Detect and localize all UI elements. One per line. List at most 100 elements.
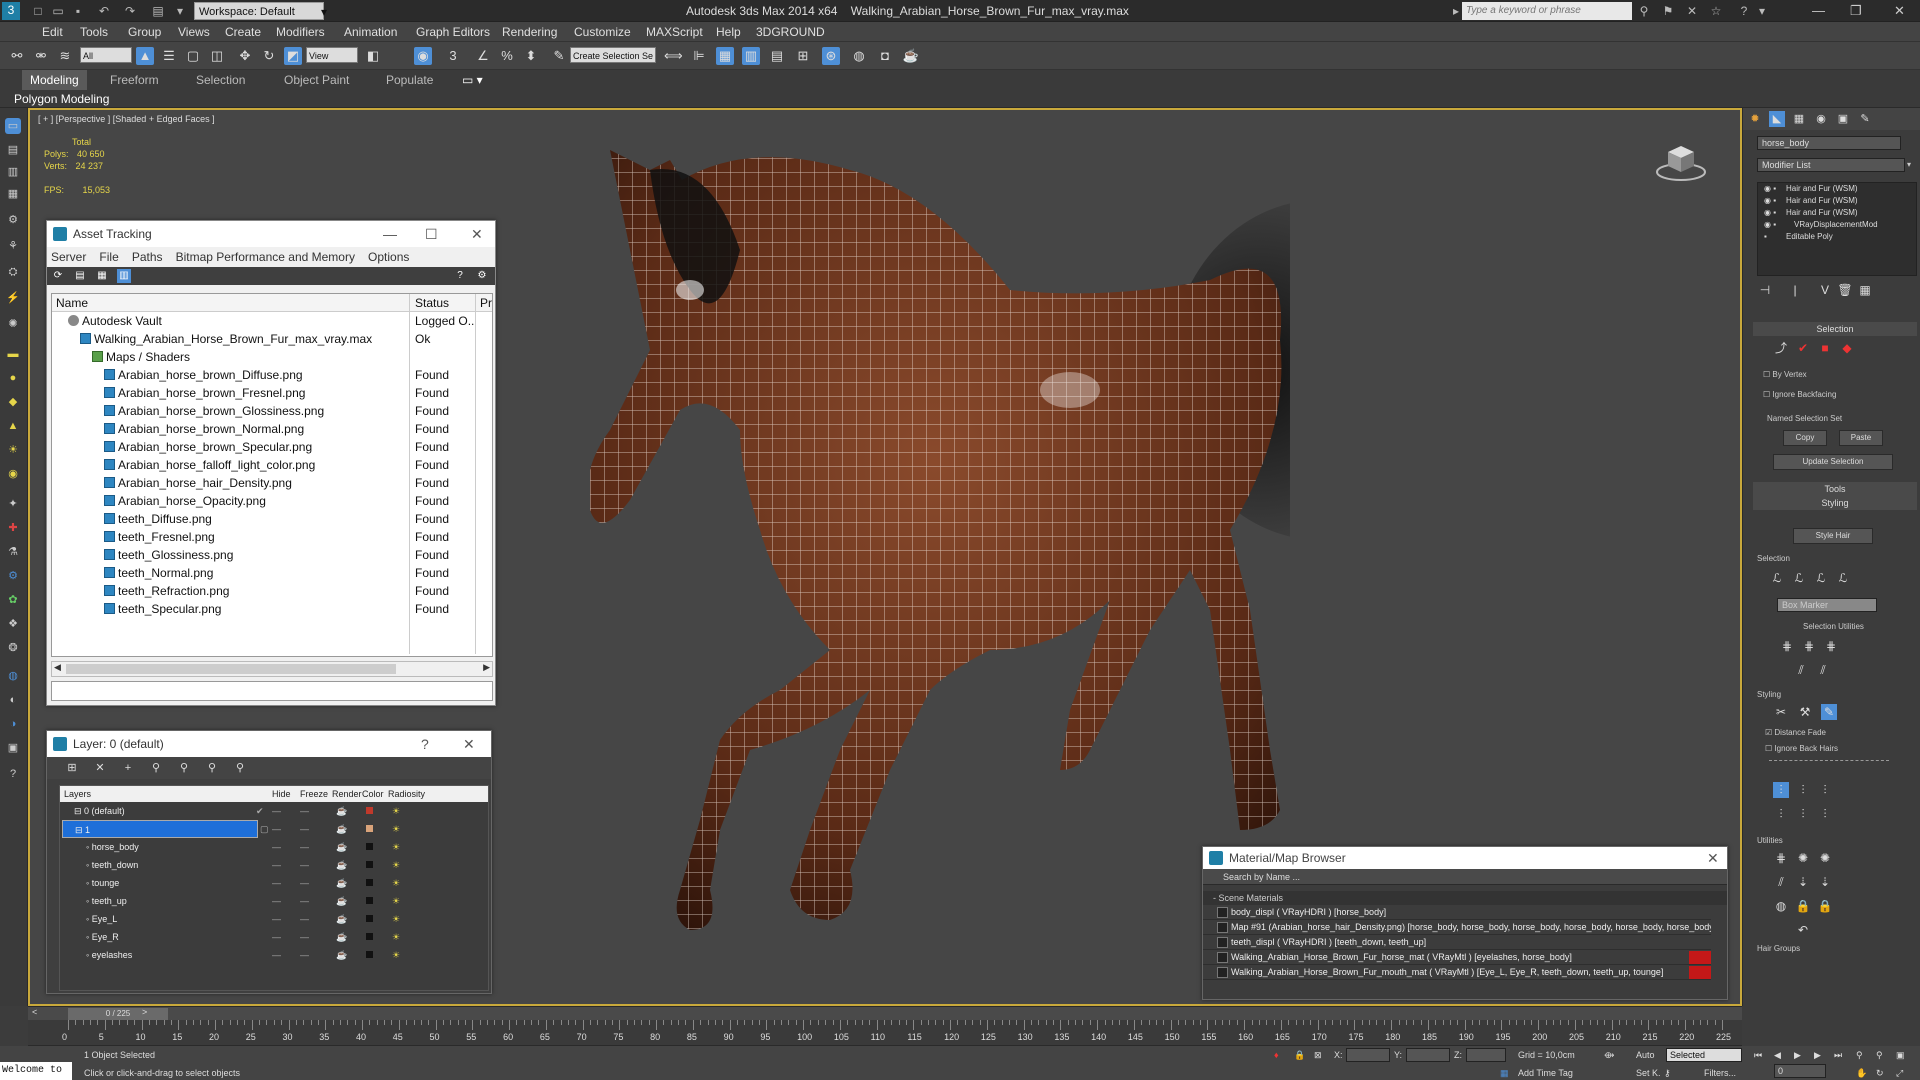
asset-details-icon[interactable]: ▦	[95, 269, 109, 283]
layer-row[interactable]: ◦ horse_body — — ☕ ☀	[60, 838, 488, 856]
utility-icon-1[interactable]: ⋕	[1773, 850, 1789, 866]
table-row[interactable]: Autodesk Vault Logged O...	[52, 312, 492, 330]
modifier-toggle-icon[interactable]: ◉ ▪	[1764, 183, 1776, 195]
material-browser-close[interactable]: ✕	[1707, 847, 1719, 869]
tool-icon-7[interactable]: ⛭	[5, 264, 21, 280]
sel-util-icon-1[interactable]: ⋕	[1779, 638, 1795, 654]
asset-horizontal-scrollbar[interactable]: ◀ ▶	[51, 661, 493, 677]
scroll-thumb[interactable]	[66, 664, 396, 674]
tool-icon-12[interactable]: ◆	[5, 394, 21, 410]
render-toggle-icon[interactable]: ☕	[336, 946, 347, 964]
utility-icon-6[interactable]: ⇣	[1817, 874, 1833, 890]
open-file-icon[interactable]: ▭	[50, 3, 66, 19]
layer-row[interactable]: ⊟ 0 (default) — — ☕ ☀ ✔	[60, 802, 488, 820]
make-unique-icon[interactable]: V	[1817, 282, 1833, 298]
layer-highlight-icon[interactable]: ⚲	[177, 761, 191, 775]
search-input[interactable]: Type a keyword or phrase	[1462, 2, 1632, 20]
add-time-tag[interactable]: Add Time Tag	[1518, 1068, 1573, 1078]
asset-list-icon[interactable]: ▤	[73, 269, 87, 283]
hide-toggle-icon[interactable]: —	[272, 820, 281, 838]
header-status[interactable]: Status	[412, 294, 476, 311]
layer-row[interactable]: ◦ teeth_down — — ☕ ☀	[60, 856, 488, 874]
z-coord-field[interactable]	[1466, 1048, 1506, 1062]
tool-icon-5[interactable]: ⚙	[5, 212, 21, 228]
render-toggle-icon[interactable]: ☕	[336, 820, 347, 838]
active-layer-icon[interactable]: ▢	[260, 820, 269, 838]
window-crossing-icon[interactable]: ◫	[208, 47, 226, 65]
curve-editor-icon[interactable]: ⊞	[794, 47, 812, 65]
header-radiosity[interactable]: Radiosity	[388, 786, 425, 802]
layer-row[interactable]: ⊟ 1 — — ☕ ☀ ▢	[60, 820, 488, 838]
edit-named-sel-icon[interactable]: ✎	[550, 47, 568, 65]
render-toggle-icon[interactable]: ☕	[336, 874, 347, 892]
modifier-toggle-icon[interactable]: ▪	[1764, 231, 1767, 243]
menu-create[interactable]: Create	[225, 25, 261, 39]
menu-maxscript[interactable]: MAXScript	[646, 25, 703, 39]
table-row[interactable]	[52, 618, 492, 636]
asset-menu-server[interactable]: Server	[51, 250, 86, 264]
layer-new-icon[interactable]: ⊞	[65, 761, 79, 775]
element-select-icon[interactable]: ◆	[1839, 340, 1855, 356]
layer-color-swatch[interactable]	[366, 951, 373, 958]
mirror-icon[interactable]: ⟺	[664, 47, 683, 65]
table-row[interactable]: teeth_Normal.png Found	[52, 564, 492, 582]
project-folder-icon[interactable]: ▤	[150, 3, 166, 19]
layer-row[interactable]: ◦ Eye_L — — ☕ ☀	[60, 910, 488, 928]
align-icon[interactable]: ⊫	[690, 47, 708, 65]
modifier-toggle-icon[interactable]: ◉ ▪	[1764, 195, 1776, 207]
schematic-view-icon[interactable]: ⊛	[822, 47, 840, 65]
rotate-icon[interactable]: ↻	[260, 47, 278, 65]
material-row[interactable]: Walking_Arabian_Horse_Brown_Fur_mouth_ma…	[1203, 965, 1711, 980]
current-frame-field[interactable]: 0	[1774, 1064, 1826, 1078]
utility-icon-4[interactable]: ⫽	[1773, 874, 1789, 890]
track-bar[interactable]: 0 5 10 15 20 25 30 35 40 45 50 55 60 65 70 75 80 85 90 95 10…	[28, 1020, 1742, 1046]
layer-row[interactable]: ◦ eyelashes — — ☕ ☀	[60, 946, 488, 964]
utility-icon-5[interactable]: ⇣	[1795, 874, 1811, 890]
utility-icon-7[interactable]: ◍	[1773, 898, 1789, 914]
layout-icon-3[interactable]: ▥	[5, 164, 21, 180]
asset-menu-paths[interactable]: Paths	[132, 250, 163, 264]
header-layers[interactable]: Layers	[64, 786, 91, 802]
time-next-icon[interactable]: >	[142, 1007, 147, 1017]
asset-menu-options[interactable]: Options	[368, 250, 409, 264]
menu-rendering[interactable]: Rendering	[502, 25, 557, 39]
close-button[interactable]: ✕	[1894, 3, 1905, 19]
freeze-toggle-icon[interactable]: —	[300, 946, 309, 964]
next-frame-icon[interactable]: ▶	[1814, 1050, 1821, 1061]
tab-selection[interactable]: Selection	[188, 70, 253, 90]
pivot-center-icon[interactable]: ◧	[364, 47, 382, 65]
active-layer-icon[interactable]: ✔	[256, 802, 264, 820]
angle-snap-icon[interactable]: ∠	[474, 47, 492, 65]
time-tag-icon[interactable]: ▦	[1500, 1068, 1509, 1079]
utilities-tab-icon[interactable]: ✎	[1857, 111, 1873, 127]
hide-toggle-icon[interactable]: —	[272, 856, 281, 874]
table-row[interactable]: Maps / Shaders	[52, 348, 492, 366]
layer-explorer-icon[interactable]: ▥	[742, 47, 760, 65]
tool-icon-15[interactable]: ◉	[5, 466, 21, 482]
configure-modifier-icon[interactable]: ▦	[1857, 282, 1873, 298]
utility-icon-2[interactable]: ✺	[1795, 850, 1811, 866]
hair-brush-icon[interactable]: ⚒	[1797, 704, 1813, 720]
redo-icon[interactable]: ↷	[122, 3, 138, 19]
table-row[interactable]: Arabian_horse_brown_Diffuse.png Found	[52, 366, 492, 384]
radiosity-icon[interactable]: ☀	[392, 910, 400, 928]
copy-button[interactable]: Copy	[1783, 430, 1827, 446]
subscription-icon[interactable]: ⚑	[1660, 3, 1676, 19]
layer-node-icon[interactable]: ⊟	[75, 825, 85, 835]
render-toggle-icon[interactable]: ☕	[336, 802, 347, 820]
layer-freeze-icon[interactable]: ⚲	[233, 761, 247, 775]
tab-freeform[interactable]: Freeform	[102, 70, 167, 90]
object-name-field[interactable]: horse_body	[1757, 136, 1901, 150]
key-mode-dropdown[interactable]: Selected	[1666, 1048, 1742, 1062]
hair-translate-icon[interactable]: ✎	[1821, 704, 1837, 720]
binoculars-icon[interactable]: ⚲	[1636, 3, 1652, 19]
render-setup-icon[interactable]: ◘	[876, 47, 894, 65]
reference-coord-dropdown[interactable]: View	[306, 47, 358, 63]
render-toggle-icon[interactable]: ☕	[336, 892, 347, 910]
material-row[interactable]: Walking_Arabian_Horse_Brown_Fur_horse_ma…	[1203, 950, 1711, 965]
help-chevron-icon[interactable]: ▾	[1754, 3, 1770, 19]
sel-util-icon-3[interactable]: ⋕	[1823, 638, 1839, 654]
style-hair-button[interactable]: Style Hair	[1793, 528, 1873, 544]
layer-row[interactable]: ◦ teeth_up — — ☕ ☀	[60, 892, 488, 910]
viewport-layout-icon[interactable]: ▭	[5, 118, 21, 134]
